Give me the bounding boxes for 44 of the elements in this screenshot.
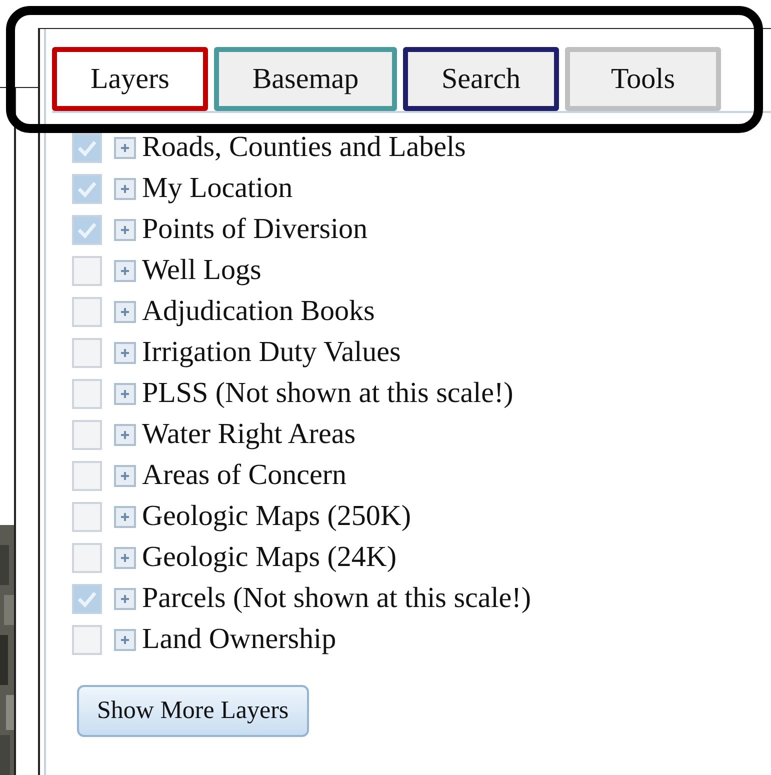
checkbox[interactable]: [72, 296, 102, 326]
checkbox[interactable]: [72, 542, 102, 572]
checkbox[interactable]: [72, 174, 102, 204]
layer-label: My Location: [142, 172, 293, 205]
tab[interactable]: Layers: [52, 47, 208, 111]
tab[interactable]: Basemap: [214, 47, 397, 111]
checkbox[interactable]: [72, 584, 102, 614]
layer-label: Parcels (Not shown at this scale!): [142, 582, 531, 615]
checkbox[interactable]: [72, 214, 102, 244]
show-more-layers-button[interactable]: Show More Layers: [77, 685, 309, 737]
checkbox[interactable]: [72, 502, 102, 532]
layer-label: Areas of Concern: [142, 459, 347, 492]
layer-label: Adjudication Books: [142, 295, 375, 328]
checkbox[interactable]: [72, 378, 102, 408]
checkbox[interactable]: [72, 624, 102, 654]
layer-label: Roads, Counties and Labels: [142, 131, 466, 164]
checkbox[interactable]: [72, 420, 102, 450]
expand-icon[interactable]: [114, 628, 136, 650]
expand-icon[interactable]: [114, 218, 136, 240]
expand-icon[interactable]: [114, 464, 136, 486]
tab[interactable]: Tools: [565, 47, 721, 111]
tab[interactable]: Search: [403, 47, 559, 111]
layer-label: Well Logs: [142, 254, 262, 287]
layer-label: Land Ownership: [142, 623, 336, 656]
expand-icon[interactable]: [114, 300, 136, 322]
expand-icon[interactable]: [114, 588, 136, 610]
expand-icon[interactable]: [114, 546, 136, 568]
layer-label: Geologic Maps (250K): [142, 500, 412, 533]
expand-icon[interactable]: [114, 424, 136, 446]
expand-icon[interactable]: [114, 178, 136, 200]
expand-icon[interactable]: [114, 506, 136, 528]
expand-icon[interactable]: [114, 136, 136, 158]
checkbox[interactable]: [72, 132, 102, 162]
expand-icon[interactable]: [114, 342, 136, 364]
layer-label: PLSS (Not shown at this scale!): [142, 377, 514, 410]
checkbox[interactable]: [72, 460, 102, 490]
checkbox[interactable]: [72, 338, 102, 368]
checkbox[interactable]: [72, 256, 102, 286]
layer-label: Points of Diversion: [142, 213, 368, 246]
layer-label: Geologic Maps (24K): [142, 541, 397, 574]
expand-icon[interactable]: [114, 260, 136, 282]
layer-label: Water Right Areas: [142, 418, 356, 451]
expand-icon[interactable]: [114, 382, 136, 404]
layer-label: Irrigation Duty Values: [142, 336, 401, 369]
